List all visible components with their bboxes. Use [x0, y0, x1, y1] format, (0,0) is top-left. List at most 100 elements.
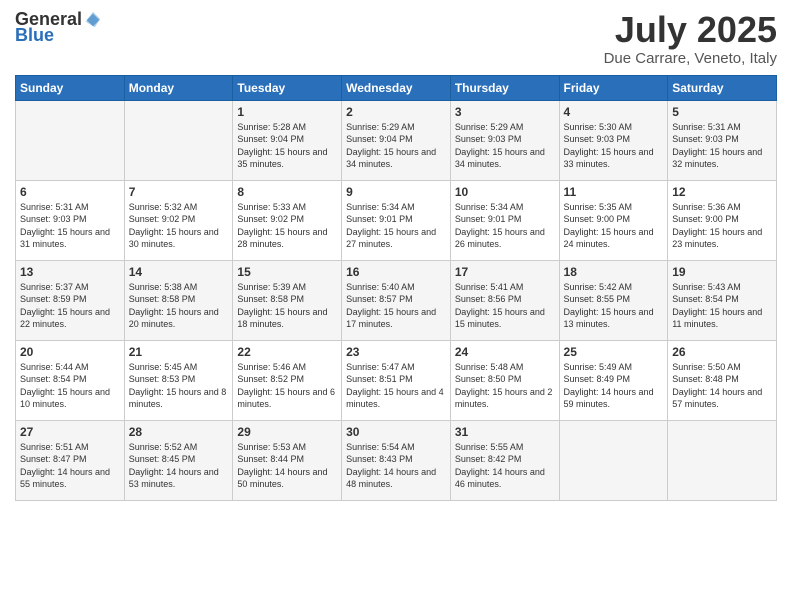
table-row: 21 Sunrise: 5:45 AMSunset: 8:53 PMDaylig… — [124, 340, 233, 420]
day-number: 30 — [346, 425, 446, 439]
day-number: 29 — [237, 425, 337, 439]
cell-info: Sunrise: 5:36 AMSunset: 9:00 PMDaylight:… — [672, 202, 762, 250]
cell-info: Sunrise: 5:33 AMSunset: 9:02 PMDaylight:… — [237, 202, 327, 250]
day-number: 5 — [672, 105, 772, 119]
calendar-week-row: 13 Sunrise: 5:37 AMSunset: 8:59 PMDaylig… — [16, 260, 777, 340]
month-title: July 2025 — [604, 10, 777, 50]
table-row: 19 Sunrise: 5:43 AMSunset: 8:54 PMDaylig… — [668, 260, 777, 340]
day-number: 6 — [20, 185, 120, 199]
table-row: 9 Sunrise: 5:34 AMSunset: 9:01 PMDayligh… — [342, 180, 451, 260]
cell-info: Sunrise: 5:51 AMSunset: 8:47 PMDaylight:… — [20, 442, 110, 490]
logo: General Blue — [15, 10, 102, 46]
table-row: 17 Sunrise: 5:41 AMSunset: 8:56 PMDaylig… — [450, 260, 559, 340]
table-row: 6 Sunrise: 5:31 AMSunset: 9:03 PMDayligh… — [16, 180, 125, 260]
cell-info: Sunrise: 5:32 AMSunset: 9:02 PMDaylight:… — [129, 202, 219, 250]
col-tuesday: Tuesday — [233, 75, 342, 100]
day-number: 1 — [237, 105, 337, 119]
col-sunday: Sunday — [16, 75, 125, 100]
day-number: 17 — [455, 265, 555, 279]
calendar-week-row: 1 Sunrise: 5:28 AMSunset: 9:04 PMDayligh… — [16, 100, 777, 180]
day-number: 31 — [455, 425, 555, 439]
day-number: 20 — [20, 345, 120, 359]
calendar-week-row: 27 Sunrise: 5:51 AMSunset: 8:47 PMDaylig… — [16, 420, 777, 500]
table-row: 5 Sunrise: 5:31 AMSunset: 9:03 PMDayligh… — [668, 100, 777, 180]
table-row — [16, 100, 125, 180]
day-number: 28 — [129, 425, 229, 439]
cell-info: Sunrise: 5:47 AMSunset: 8:51 PMDaylight:… — [346, 362, 444, 410]
calendar-week-row: 20 Sunrise: 5:44 AMSunset: 8:54 PMDaylig… — [16, 340, 777, 420]
day-number: 15 — [237, 265, 337, 279]
day-number: 12 — [672, 185, 772, 199]
cell-info: Sunrise: 5:34 AMSunset: 9:01 PMDaylight:… — [455, 202, 545, 250]
table-row: 10 Sunrise: 5:34 AMSunset: 9:01 PMDaylig… — [450, 180, 559, 260]
cell-info: Sunrise: 5:42 AMSunset: 8:55 PMDaylight:… — [564, 282, 654, 330]
day-number: 23 — [346, 345, 446, 359]
table-row: 28 Sunrise: 5:52 AMSunset: 8:45 PMDaylig… — [124, 420, 233, 500]
table-row: 7 Sunrise: 5:32 AMSunset: 9:02 PMDayligh… — [124, 180, 233, 260]
col-thursday: Thursday — [450, 75, 559, 100]
title-block: July 2025 Due Carrare, Veneto, Italy — [604, 10, 777, 67]
col-wednesday: Wednesday — [342, 75, 451, 100]
table-row: 8 Sunrise: 5:33 AMSunset: 9:02 PMDayligh… — [233, 180, 342, 260]
day-number: 19 — [672, 265, 772, 279]
page-header: General Blue July 2025 Due Carrare, Vene… — [15, 10, 777, 67]
cell-info: Sunrise: 5:34 AMSunset: 9:01 PMDaylight:… — [346, 202, 436, 250]
day-number: 16 — [346, 265, 446, 279]
logo-icon — [84, 11, 102, 29]
calendar-table: Sunday Monday Tuesday Wednesday Thursday… — [15, 75, 777, 501]
table-row: 30 Sunrise: 5:54 AMSunset: 8:43 PMDaylig… — [342, 420, 451, 500]
table-row: 27 Sunrise: 5:51 AMSunset: 8:47 PMDaylig… — [16, 420, 125, 500]
day-number: 18 — [564, 265, 664, 279]
cell-info: Sunrise: 5:41 AMSunset: 8:56 PMDaylight:… — [455, 282, 545, 330]
day-number: 11 — [564, 185, 664, 199]
table-row — [124, 100, 233, 180]
logo-blue: Blue — [15, 26, 54, 46]
cell-info: Sunrise: 5:37 AMSunset: 8:59 PMDaylight:… — [20, 282, 110, 330]
day-number: 13 — [20, 265, 120, 279]
table-row — [559, 420, 668, 500]
day-number: 21 — [129, 345, 229, 359]
cell-info: Sunrise: 5:30 AMSunset: 9:03 PMDaylight:… — [564, 122, 654, 170]
cell-info: Sunrise: 5:29 AMSunset: 9:03 PMDaylight:… — [455, 122, 545, 170]
table-row: 3 Sunrise: 5:29 AMSunset: 9:03 PMDayligh… — [450, 100, 559, 180]
cell-info: Sunrise: 5:40 AMSunset: 8:57 PMDaylight:… — [346, 282, 436, 330]
day-number: 14 — [129, 265, 229, 279]
day-number: 3 — [455, 105, 555, 119]
cell-info: Sunrise: 5:44 AMSunset: 8:54 PMDaylight:… — [20, 362, 110, 410]
col-friday: Friday — [559, 75, 668, 100]
day-number: 26 — [672, 345, 772, 359]
cell-info: Sunrise: 5:45 AMSunset: 8:53 PMDaylight:… — [129, 362, 227, 410]
cell-info: Sunrise: 5:46 AMSunset: 8:52 PMDaylight:… — [237, 362, 335, 410]
table-row: 22 Sunrise: 5:46 AMSunset: 8:52 PMDaylig… — [233, 340, 342, 420]
day-number: 9 — [346, 185, 446, 199]
cell-info: Sunrise: 5:52 AMSunset: 8:45 PMDaylight:… — [129, 442, 219, 490]
cell-info: Sunrise: 5:38 AMSunset: 8:58 PMDaylight:… — [129, 282, 219, 330]
cell-info: Sunrise: 5:39 AMSunset: 8:58 PMDaylight:… — [237, 282, 327, 330]
cell-info: Sunrise: 5:31 AMSunset: 9:03 PMDaylight:… — [20, 202, 110, 250]
col-monday: Monday — [124, 75, 233, 100]
day-number: 4 — [564, 105, 664, 119]
day-number: 22 — [237, 345, 337, 359]
table-row: 13 Sunrise: 5:37 AMSunset: 8:59 PMDaylig… — [16, 260, 125, 340]
table-row: 25 Sunrise: 5:49 AMSunset: 8:49 PMDaylig… — [559, 340, 668, 420]
cell-info: Sunrise: 5:53 AMSunset: 8:44 PMDaylight:… — [237, 442, 327, 490]
table-row — [668, 420, 777, 500]
table-row: 16 Sunrise: 5:40 AMSunset: 8:57 PMDaylig… — [342, 260, 451, 340]
cell-info: Sunrise: 5:50 AMSunset: 8:48 PMDaylight:… — [672, 362, 762, 410]
cell-info: Sunrise: 5:28 AMSunset: 9:04 PMDaylight:… — [237, 122, 327, 170]
cell-info: Sunrise: 5:35 AMSunset: 9:00 PMDaylight:… — [564, 202, 654, 250]
table-row: 24 Sunrise: 5:48 AMSunset: 8:50 PMDaylig… — [450, 340, 559, 420]
cell-info: Sunrise: 5:48 AMSunset: 8:50 PMDaylight:… — [455, 362, 553, 410]
cell-info: Sunrise: 5:29 AMSunset: 9:04 PMDaylight:… — [346, 122, 436, 170]
table-row: 2 Sunrise: 5:29 AMSunset: 9:04 PMDayligh… — [342, 100, 451, 180]
cell-info: Sunrise: 5:43 AMSunset: 8:54 PMDaylight:… — [672, 282, 762, 330]
table-row: 26 Sunrise: 5:50 AMSunset: 8:48 PMDaylig… — [668, 340, 777, 420]
cell-info: Sunrise: 5:55 AMSunset: 8:42 PMDaylight:… — [455, 442, 545, 490]
day-number: 8 — [237, 185, 337, 199]
table-row: 29 Sunrise: 5:53 AMSunset: 8:44 PMDaylig… — [233, 420, 342, 500]
table-row: 12 Sunrise: 5:36 AMSunset: 9:00 PMDaylig… — [668, 180, 777, 260]
table-row: 11 Sunrise: 5:35 AMSunset: 9:00 PMDaylig… — [559, 180, 668, 260]
location-title: Due Carrare, Veneto, Italy — [604, 50, 777, 67]
day-number: 10 — [455, 185, 555, 199]
table-row: 18 Sunrise: 5:42 AMSunset: 8:55 PMDaylig… — [559, 260, 668, 340]
